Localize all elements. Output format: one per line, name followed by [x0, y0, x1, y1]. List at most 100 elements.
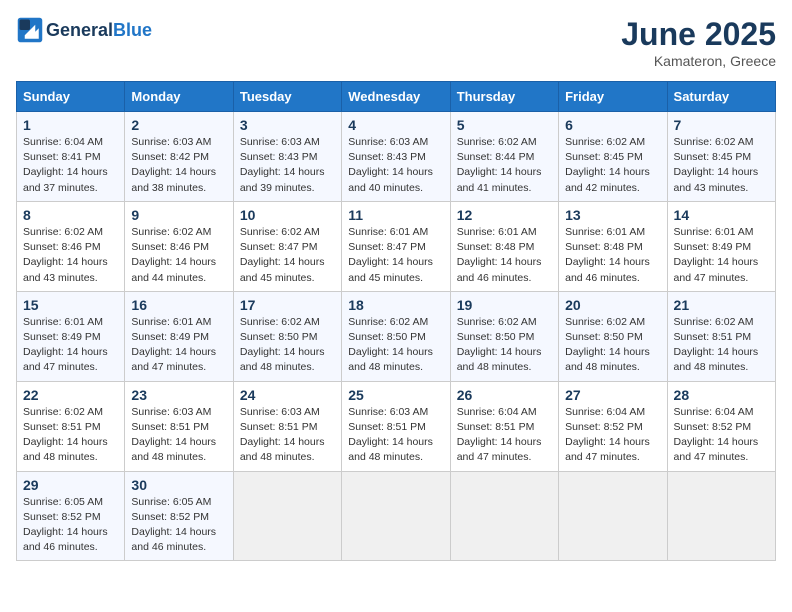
weekday-sunday: Sunday	[17, 82, 125, 112]
day-info: Sunrise: 6:04 AM Sunset: 8:52 PM Dayligh…	[565, 405, 660, 466]
day-number: 9	[131, 207, 226, 223]
day-number: 13	[565, 207, 660, 223]
calendar-cell: 25Sunrise: 6:03 AM Sunset: 8:51 PM Dayli…	[342, 381, 450, 471]
calendar-cell: 13 Sunrise: 6:01 AM Sunset: 8:48 PM Dayli…	[559, 201, 667, 291]
calendar-week-5: 29 Sunrise: 6:05 AM Sunset: 8:52 PM Dayli…	[17, 471, 776, 561]
logo-icon	[16, 16, 44, 44]
weekday-friday: Friday	[559, 82, 667, 112]
day-number: 29	[23, 477, 118, 493]
calendar-cell: 3 Sunrise: 6:03 AM Sunset: 8:43 PM Daylig…	[233, 112, 341, 202]
calendar-cell: 24 Sunrise: 6:03 AM Sunset: 8:51 PM Dayli…	[233, 381, 341, 471]
calendar-cell: 27 Sunrise: 6:04 AM Sunset: 8:52 PM Dayli…	[559, 381, 667, 471]
calendar-cell: 7 Sunrise: 6:02 AM Sunset: 8:45 PM Daylig…	[667, 112, 775, 202]
calendar-cell: 6Sunrise: 6:02 AM Sunset: 8:45 PM Daylig…	[559, 112, 667, 202]
day-number: 10	[240, 207, 335, 223]
day-number: 8	[23, 207, 118, 223]
day-info: Sunrise: 6:03 AM Sunset: 8:43 PM Dayligh…	[348, 135, 443, 196]
calendar-cell: 18 Sunrise: 6:02 AM Sunset: 8:50 PM Dayli…	[342, 291, 450, 381]
day-number: 26	[457, 387, 552, 403]
calendar-cell: 19Sunrise: 6:02 AM Sunset: 8:50 PM Dayli…	[450, 291, 558, 381]
day-info: Sunrise: 6:05 AM Sunset: 8:52 PM Dayligh…	[131, 495, 226, 556]
day-number: 11	[348, 207, 443, 223]
day-info: Sunrise: 6:01 AM Sunset: 8:49 PM Dayligh…	[131, 315, 226, 376]
calendar-cell: 15Sunrise: 6:01 AM Sunset: 8:49 PM Dayli…	[17, 291, 125, 381]
calendar-cell: 2Sunrise: 6:03 AM Sunset: 8:42 PM Daylig…	[125, 112, 233, 202]
calendar-cell: 20 Sunrise: 6:02 AM Sunset: 8:50 PM Dayli…	[559, 291, 667, 381]
day-number: 27	[565, 387, 660, 403]
day-number: 30	[131, 477, 226, 493]
day-number: 22	[23, 387, 118, 403]
day-info: Sunrise: 6:03 AM Sunset: 8:43 PM Dayligh…	[240, 135, 335, 196]
calendar-cell	[667, 471, 775, 561]
calendar-cell	[342, 471, 450, 561]
calendar-cell	[233, 471, 341, 561]
day-number: 15	[23, 297, 118, 313]
calendar-cell	[559, 471, 667, 561]
logo-blue: Blue	[113, 20, 152, 40]
day-info: Sunrise: 6:01 AM Sunset: 8:48 PM Dayligh…	[565, 225, 660, 286]
day-number: 23	[131, 387, 226, 403]
day-info: Sunrise: 6:01 AM Sunset: 8:48 PM Dayligh…	[457, 225, 552, 286]
calendar-cell: 22 Sunrise: 6:02 AM Sunset: 8:51 PM Dayli…	[17, 381, 125, 471]
calendar-cell: 4 Sunrise: 6:03 AM Sunset: 8:43 PM Daylig…	[342, 112, 450, 202]
day-number: 24	[240, 387, 335, 403]
weekday-saturday: Saturday	[667, 82, 775, 112]
day-number: 12	[457, 207, 552, 223]
calendar-cell: 26Sunrise: 6:04 AM Sunset: 8:51 PM Dayli…	[450, 381, 558, 471]
day-info: Sunrise: 6:03 AM Sunset: 8:51 PM Dayligh…	[348, 405, 443, 466]
day-number: 16	[131, 297, 226, 313]
day-info: Sunrise: 6:02 AM Sunset: 8:45 PM Dayligh…	[565, 135, 660, 196]
calendar-cell: 29Sunrise: 6:05 AM Sunset: 8:52 PM Dayli…	[17, 471, 125, 561]
calendar-cell: 10 Sunrise: 6:02 AM Sunset: 8:47 PM Dayli…	[233, 201, 341, 291]
weekday-wednesday: Wednesday	[342, 82, 450, 112]
day-info: Sunrise: 6:02 AM Sunset: 8:47 PM Dayligh…	[240, 225, 335, 286]
calendar-cell	[450, 471, 558, 561]
calendar-week-2: 8 Sunrise: 6:02 AM Sunset: 8:46 PM Daylig…	[17, 201, 776, 291]
day-number: 18	[348, 297, 443, 313]
calendar-week-3: 15 Sunrise: 6:01 AM Sunset: 8:49 PM Dayli…	[17, 291, 776, 381]
day-number: 3	[240, 117, 335, 133]
day-info: Sunrise: 6:02 AM Sunset: 8:50 PM Dayligh…	[457, 315, 552, 376]
day-info: Sunrise: 6:02 AM Sunset: 8:50 PM Dayligh…	[348, 315, 443, 376]
calendar-body: 1Sunrise: 6:04 AM Sunset: 8:41 PM Daylig…	[17, 112, 776, 561]
day-info: Sunrise: 6:02 AM Sunset: 8:51 PM Dayligh…	[674, 315, 769, 376]
weekday-monday: Monday	[125, 82, 233, 112]
day-number: 5	[457, 117, 552, 133]
day-info: Sunrise: 6:02 AM Sunset: 8:45 PM Dayligh…	[674, 135, 769, 196]
calendar-cell: 8 Sunrise: 6:02 AM Sunset: 8:46 PM Daylig…	[17, 201, 125, 291]
day-number: 28	[674, 387, 769, 403]
day-number: 20	[565, 297, 660, 313]
day-info: Sunrise: 6:01 AM Sunset: 8:49 PM Dayligh…	[674, 225, 769, 286]
day-number: 4	[348, 117, 443, 133]
calendar-table: SundayMondayTuesdayWednesdayThursdayFrid…	[16, 81, 776, 561]
day-number: 17	[240, 297, 335, 313]
day-number: 14	[674, 207, 769, 223]
weekday-thursday: Thursday	[450, 82, 558, 112]
day-number: 7	[674, 117, 769, 133]
day-info: Sunrise: 6:02 AM Sunset: 8:46 PM Dayligh…	[23, 225, 118, 286]
calendar-cell: 1Sunrise: 6:04 AM Sunset: 8:41 PM Daylig…	[17, 112, 125, 202]
weekday-tuesday: Tuesday	[233, 82, 341, 112]
day-info: Sunrise: 6:04 AM Sunset: 8:52 PM Dayligh…	[674, 405, 769, 466]
day-info: Sunrise: 6:02 AM Sunset: 8:44 PM Dayligh…	[457, 135, 552, 196]
logo-general: General	[46, 20, 113, 40]
calendar-cell: 23 Sunrise: 6:03 AM Sunset: 8:51 PM Dayli…	[125, 381, 233, 471]
day-number: 1	[23, 117, 118, 133]
day-info: Sunrise: 6:03 AM Sunset: 8:51 PM Dayligh…	[131, 405, 226, 466]
day-info: Sunrise: 6:01 AM Sunset: 8:47 PM Dayligh…	[348, 225, 443, 286]
day-info: Sunrise: 6:02 AM Sunset: 8:50 PM Dayligh…	[240, 315, 335, 376]
title-area: June 2025 Kamateron, Greece	[621, 16, 776, 69]
day-info: Sunrise: 6:02 AM Sunset: 8:51 PM Dayligh…	[23, 405, 118, 466]
day-info: Sunrise: 6:02 AM Sunset: 8:50 PM Dayligh…	[565, 315, 660, 376]
calendar-cell: 14 Sunrise: 6:01 AM Sunset: 8:49 PM Dayli…	[667, 201, 775, 291]
page-header: GeneralBlue June 2025 Kamateron, Greece	[16, 16, 776, 69]
calendar-cell: 21Sunrise: 6:02 AM Sunset: 8:51 PM Dayli…	[667, 291, 775, 381]
calendar-week-4: 22 Sunrise: 6:02 AM Sunset: 8:51 PM Dayli…	[17, 381, 776, 471]
logo: GeneralBlue	[16, 16, 152, 44]
calendar-cell: 11 Sunrise: 6:01 AM Sunset: 8:47 PM Dayli…	[342, 201, 450, 291]
month-title: June 2025	[621, 16, 776, 53]
day-info: Sunrise: 6:03 AM Sunset: 8:51 PM Dayligh…	[240, 405, 335, 466]
calendar-cell: 16 Sunrise: 6:01 AM Sunset: 8:49 PM Dayli…	[125, 291, 233, 381]
calendar-cell: 30 Sunrise: 6:05 AM Sunset: 8:52 PM Dayli…	[125, 471, 233, 561]
calendar-week-1: 1Sunrise: 6:04 AM Sunset: 8:41 PM Daylig…	[17, 112, 776, 202]
